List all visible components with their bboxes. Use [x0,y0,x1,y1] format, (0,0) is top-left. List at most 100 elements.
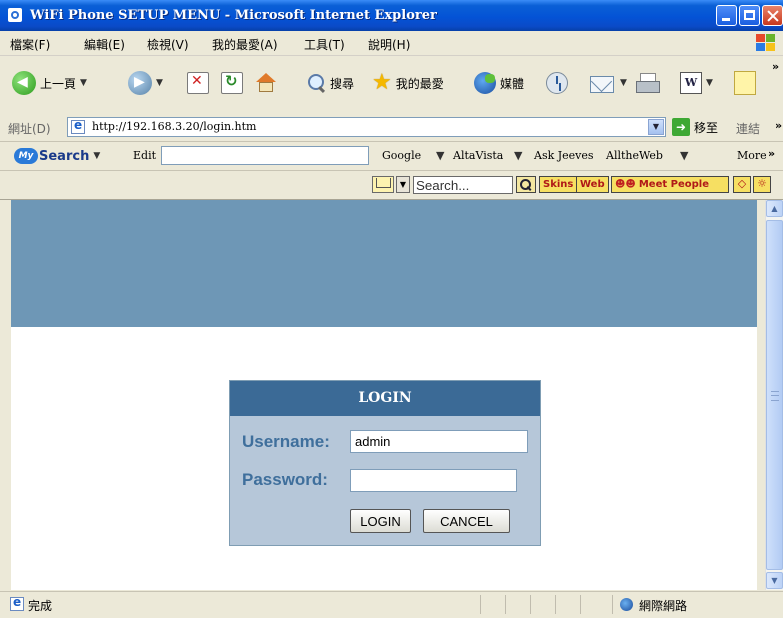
ext-search-icon[interactable] [516,176,536,193]
altavista-dropdown-icon[interactable]: ▼ [514,149,522,162]
edit-dropdown-icon[interactable]: ▼ [706,78,713,88]
menu-view[interactable]: 檢視(V) [147,36,189,53]
browser-window: WiFi Phone SETUP MENU - Microsoft Intern… [0,0,783,618]
engine-alltheweb[interactable]: AlltheWeb [606,149,663,162]
address-dropdown-icon[interactable]: ▼ [648,119,664,135]
links-label[interactable]: 連結 [736,120,760,137]
stop-icon [187,72,209,94]
login-button[interactable]: LOGIN [350,509,411,533]
status-divider [480,595,481,614]
ie-app-icon [8,8,22,22]
word-icon: W [680,72,702,94]
mysearch-edit[interactable]: Edit [133,149,156,162]
forward-button[interactable]: ▼ [128,67,163,99]
faces-icon: ☻☻ [615,179,636,190]
favorites-button[interactable]: ★ 我的最愛 [372,67,444,99]
favorites-label: 我的最愛 [395,76,444,91]
google-dropdown-icon[interactable]: ▼ [436,149,444,162]
username-input[interactable] [350,430,528,453]
back-dropdown-icon[interactable]: ▼ [80,78,87,88]
address-bar: 網址(D) http://192.168.3.20/login.htm ▼ ➜ … [0,114,783,142]
scroll-grip-icon [771,391,779,401]
note-icon [734,71,756,95]
mail-dropdown-icon[interactable]: ▼ [620,78,627,88]
web-button[interactable]: Web [576,176,609,193]
meet-people-button[interactable]: ☻☻ Meet People [611,176,729,193]
status-divider [530,595,531,614]
header-banner [11,200,757,327]
refresh-button[interactable] [221,67,243,99]
mail-button[interactable]: ▼ [590,67,627,99]
scroll-thumb[interactable] [766,220,783,570]
menu-tools[interactable]: 工具(T) [304,36,345,53]
vertical-scrollbar[interactable]: ▲ ▼ [765,200,783,590]
status-divider [612,595,613,614]
password-label: Password: [242,470,328,489]
forward-arrow-icon [128,71,152,95]
menu-help[interactable]: 說明(H) [368,36,410,53]
star-icon: ★ [372,70,392,95]
engine-altavista[interactable]: AltaVista [453,149,503,162]
title-bar: WiFi Phone SETUP MENU - Microsoft Intern… [0,0,783,31]
back-arrow-icon [12,71,36,95]
toolbar-overflow-icon[interactable]: » [772,60,779,73]
mysearch-input[interactable] [161,146,369,165]
edit-word-button[interactable]: W ▼ [680,67,713,99]
maximize-button[interactable] [739,5,760,26]
password-input[interactable] [350,469,517,492]
go-button[interactable]: ➜ 移至 [672,118,718,136]
back-button[interactable]: 上一頁 ▼ [12,67,87,99]
scroll-up-icon[interactable]: ▲ [766,200,783,217]
skins-button[interactable]: Skins [539,176,578,193]
address-url[interactable]: http://192.168.3.20/login.htm [92,120,256,133]
ext-tag-icon[interactable]: ◇ [733,176,751,193]
stop-button[interactable] [187,67,209,99]
ext-mail-dropdown-icon[interactable]: ▼ [396,176,410,193]
history-button[interactable] [546,67,568,99]
mysearch-dropdown-icon[interactable]: ▼ [93,151,100,161]
ext-search-input[interactable] [413,176,513,194]
extension-toolbar: ▼ Skins Web ☻☻Meet People ◇ ☼ [0,171,783,200]
refresh-icon [221,72,243,94]
my-badge-icon: My [14,148,38,164]
address-field[interactable]: http://192.168.3.20/login.htm ▼ [67,117,666,137]
back-label: 上一頁 [40,76,77,91]
menu-favorites[interactable]: 我的最愛(A) [212,36,278,53]
status-text: 完成 [28,599,53,613]
menu-edit[interactable]: 編輯(E) [84,36,125,53]
mysearch-more[interactable]: More [737,149,767,162]
window-title: WiFi Phone SETUP MENU - Microsoft Intern… [30,8,437,23]
menu-bar: 檔案(F) 編輯(E) 檢視(V) 我的最愛(A) 工具(T) 說明(H) [0,31,783,56]
menu-file[interactable]: 檔案(F) [10,36,50,53]
scroll-down-icon[interactable]: ▼ [766,572,783,589]
links-overflow-icon[interactable]: » [775,119,782,132]
engine-ask-jeeves[interactable]: Ask Jeeves [534,149,594,162]
internet-zone-icon [620,598,633,611]
ext-sun-icon[interactable]: ☼ [753,176,771,193]
status-divider [505,595,506,614]
minimize-button[interactable] [716,5,737,26]
forward-dropdown-icon[interactable]: ▼ [156,78,163,88]
mysearch-overflow-icon[interactable]: » [768,147,775,160]
alltheweb-dropdown-icon[interactable]: ▼ [680,149,688,162]
close-button[interactable] [762,5,783,26]
engine-google[interactable]: Google [382,149,421,162]
history-icon [546,72,568,94]
standard-toolbar: 上一頁 ▼ ▼ 搜尋 ★ 我的最愛 媒體 [0,56,783,115]
home-icon [255,73,277,93]
media-button[interactable]: 媒體 [474,67,524,99]
status-divider [555,595,556,614]
username-label: Username: [242,432,330,451]
discuss-button[interactable] [734,67,756,99]
search-button[interactable]: 搜尋 [306,67,354,99]
print-button[interactable] [636,67,660,99]
ext-mail-icon[interactable] [372,176,394,193]
mysearch-logo[interactable]: My Search ▼ [14,148,100,164]
home-button[interactable] [255,67,277,99]
mysearch-toolbar: My Search ▼ Edit Google ▼ AltaVista ▼ As… [0,142,783,171]
search-icon [306,73,326,93]
cancel-button[interactable]: CANCEL [423,509,510,533]
status-divider [580,595,581,614]
mail-icon [590,73,616,93]
media-label: 媒體 [500,76,525,91]
